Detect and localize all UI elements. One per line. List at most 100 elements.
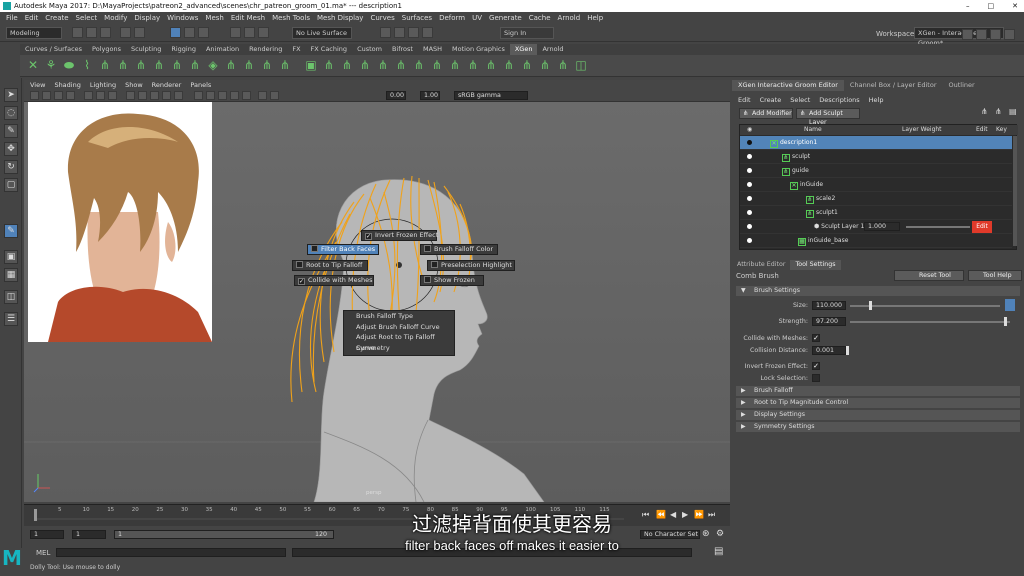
new-scene-icon[interactable] (72, 27, 83, 38)
vp-menu-renderer[interactable]: Renderer (152, 80, 182, 90)
bookmark-icon[interactable] (54, 91, 63, 100)
groom-menu-create[interactable]: Create (760, 95, 782, 105)
comb-brush-tool-icon[interactable]: ✎ (4, 224, 18, 238)
shelf-tab-custom[interactable]: Custom (352, 44, 387, 55)
strength-slider[interactable] (850, 321, 1010, 323)
xgen-brush-p-icon[interactable]: ◫ (574, 58, 588, 72)
menu-select[interactable]: Select (76, 12, 98, 24)
close-button[interactable]: ✕ (1012, 0, 1018, 12)
select-by-component-icon[interactable] (198, 27, 209, 38)
menu-mesh[interactable]: Mesh (205, 12, 223, 24)
wireframe-icon[interactable] (126, 91, 135, 100)
shelf-tab-fx-caching[interactable]: FX Caching (306, 44, 353, 55)
shelf-tab-animation[interactable]: Animation (201, 44, 244, 55)
visibility-dot-icon[interactable] (747, 210, 752, 215)
root-tip-section[interactable]: ▶ Root to Tip Magnitude Control (736, 398, 1020, 408)
xgen-brush-b-icon[interactable]: ⋔ (322, 58, 336, 72)
symmetry-settings-section[interactable]: ▶ Symmetry Settings (736, 422, 1020, 432)
menu-windows[interactable]: Windows (167, 12, 198, 24)
size-slider[interactable] (850, 305, 1000, 307)
mm-brush-falloff-color[interactable]: Brush Falloff Color (420, 244, 498, 255)
menu-edit-mesh[interactable]: Edit Mesh (231, 12, 265, 24)
menu-cache[interactable]: Cache (529, 12, 551, 24)
table-row[interactable]: ✕ description1 (740, 136, 1012, 150)
save-scene-icon[interactable] (100, 27, 111, 38)
xgen-brush-c-icon[interactable]: ⋔ (340, 58, 354, 72)
table-row[interactable]: ▦ inGuide_base (740, 234, 1012, 248)
render-icon[interactable] (380, 27, 391, 38)
xgen-plane-icon[interactable]: ⬬ (62, 58, 76, 72)
xray-joints-icon[interactable] (206, 91, 215, 100)
lasso-tool-icon[interactable]: ◌ (4, 106, 18, 120)
exposure-icon[interactable] (270, 91, 279, 100)
visibility-dot-icon[interactable] (747, 182, 752, 187)
xgen-brush-n-icon[interactable]: ⋔ (538, 58, 552, 72)
strength-slider-knob[interactable] (1004, 317, 1008, 326)
xgen-cut-icon[interactable]: ⋔ (152, 58, 166, 72)
size-slider-knob[interactable] (868, 301, 872, 310)
four-view-icon[interactable]: ▦ (4, 268, 18, 282)
xgen-twist-icon[interactable]: ⋔ (260, 58, 274, 72)
mm-root-to-tip[interactable]: Root to Tip Falloff (292, 260, 368, 271)
xgen-freeze-icon[interactable]: ⋔ (278, 58, 292, 72)
tab-xgen-groom-editor[interactable]: XGen Interactive Groom Editor (732, 80, 844, 91)
add-sculpt-layer-button[interactable]: ⋔ Add Sculpt Layer (796, 108, 860, 126)
table-row[interactable]: ✕ inGuide (740, 178, 1012, 192)
ambient-occlusion-icon[interactable] (218, 91, 227, 100)
gamma-field[interactable]: 1.00 (420, 91, 440, 100)
outliner-view-icon[interactable]: ☰ (4, 312, 18, 326)
menu-uv[interactable]: UV (472, 12, 482, 24)
layer-table-scrollbar[interactable] (1013, 136, 1017, 246)
menu-generate[interactable]: Generate (489, 12, 522, 24)
shelf-tab-bifrost[interactable]: Bifrost (387, 44, 418, 55)
strength-field[interactable]: 97.200 (812, 317, 846, 326)
table-row[interactable]: ⋔ guide (740, 164, 1012, 178)
visibility-dot-icon[interactable] (747, 224, 752, 229)
xgen-brush-o-icon[interactable]: ⋔ (556, 58, 570, 72)
menu-mesh-tools[interactable]: Mesh Tools (272, 12, 310, 24)
color-space-selector[interactable]: sRGB gamma (454, 91, 528, 100)
depth-of-field-icon[interactable] (242, 91, 251, 100)
camera-attr-icon[interactable] (42, 91, 51, 100)
xgen-spline-icon[interactable]: ⌇ (80, 58, 94, 72)
shelf-tab-xgen[interactable]: XGen (509, 44, 538, 55)
mode-selector[interactable]: Modeling (6, 27, 62, 39)
tab-channel-box[interactable]: Channel Box / Layer Editor (844, 80, 943, 91)
shadows-icon[interactable] (174, 91, 183, 100)
mm-invert-frozen[interactable]: ✓ Invert Frozen Effect (361, 230, 438, 241)
xgen-noise-icon[interactable]: ⋔ (134, 58, 148, 72)
scale-tool-icon[interactable]: ▢ (4, 178, 18, 192)
paint-select-icon[interactable]: ✎ (4, 124, 18, 138)
shelf-tab-rendering[interactable]: Rendering (244, 44, 287, 55)
xgen-brush-l-icon[interactable]: ⋔ (502, 58, 516, 72)
lights-icon[interactable] (162, 91, 171, 100)
table-row[interactable]: ⋔ sculpt1 (740, 206, 1012, 220)
shelf-tab-mash[interactable]: MASH (418, 44, 447, 55)
xgen-brush-d-icon[interactable]: ⋔ (358, 58, 372, 72)
menu-create[interactable]: Create (45, 12, 68, 24)
table-row[interactable]: ⋔ scale2 (740, 192, 1012, 206)
size-paint-icon[interactable] (1005, 299, 1015, 311)
vp-menu-shading[interactable]: Shading (54, 80, 80, 90)
open-scene-icon[interactable] (86, 27, 97, 38)
select-by-hierarchy-icon[interactable] (170, 27, 181, 38)
xgen-brush-h-icon[interactable]: ⋔ (430, 58, 444, 72)
xgen-brush-e-icon[interactable]: ⋔ (376, 58, 390, 72)
visibility-dot-icon[interactable] (747, 168, 752, 173)
shelf-tab-polygons[interactable]: Polygons (87, 44, 126, 55)
layout-4-icon[interactable] (1004, 29, 1015, 40)
render-settings-icon[interactable] (408, 27, 419, 38)
undo-icon[interactable] (120, 27, 131, 38)
xgen-comb-icon[interactable]: ⋔ (98, 58, 112, 72)
xgen-brush-i-icon[interactable]: ⋔ (448, 58, 462, 72)
ipr-render-icon[interactable] (394, 27, 405, 38)
submenu-adjust-root-tip-curve[interactable]: Adjust Root to Tip Falloff Curve (344, 332, 454, 352)
xgen-brush-m-icon[interactable]: ⋔ (520, 58, 534, 72)
snap-grid-icon[interactable] (230, 27, 241, 38)
xgen-layers-icon[interactable]: ◈ (206, 58, 220, 72)
mm-filter-back-faces[interactable]: Filter Back Faces (307, 244, 379, 255)
brush-settings-section[interactable]: ▼ Brush Settings (736, 286, 1020, 296)
menu-surfaces[interactable]: Surfaces (402, 12, 432, 24)
groom-icon-a[interactable]: ⋔ (981, 107, 988, 116)
anti-alias-icon[interactable] (230, 91, 239, 100)
